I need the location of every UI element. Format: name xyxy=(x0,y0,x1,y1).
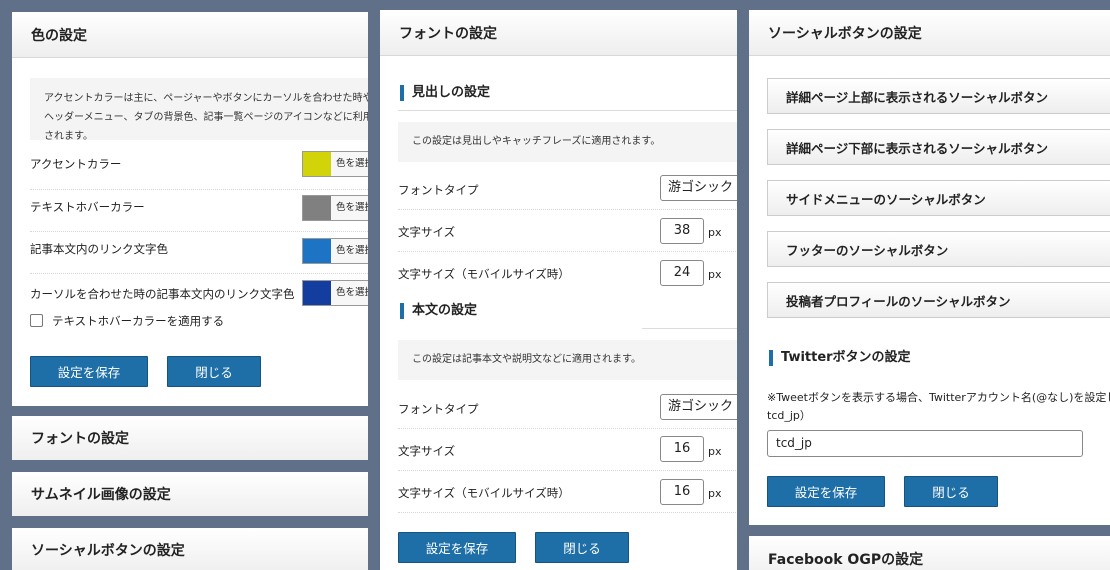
close-button[interactable]: 閉じる xyxy=(167,356,261,387)
social-button-sidebar[interactable]: サイドメニューのソーシャルボタン xyxy=(767,180,1110,216)
panel-title: Facebook OGPの設定 xyxy=(768,552,924,568)
pick-color-label: 色を選択 xyxy=(336,287,368,298)
row-label: 文字サイズ（モバイルサイズ時） xyxy=(398,486,570,500)
color-row: 記事本文内のリンク文字色 色を選択 xyxy=(30,232,368,274)
heading-font-type-row: フォントタイプ 游ゴシック xyxy=(398,168,737,210)
divider xyxy=(398,110,737,111)
row-label: 文字サイズ xyxy=(398,444,456,458)
unit-label: px xyxy=(708,445,722,458)
heading-note: この設定は見出しやキャッチフレーズに適用されます。 xyxy=(398,122,737,162)
body-note: この設定は記事本文や説明文などに適用されます。 xyxy=(398,340,737,380)
panel-title: ソーシャルボタンの設定 xyxy=(768,25,922,42)
social-button-author[interactable]: 投稿者プロフィールのソーシャルボタン xyxy=(767,282,1110,318)
facebook-ogp-panel: Facebook OGPの設定 xyxy=(749,536,1110,570)
color-picker[interactable]: 色を選択 xyxy=(302,280,368,306)
color-picker[interactable]: 色を選択 xyxy=(302,238,368,264)
hover-color-checkbox[interactable] xyxy=(30,314,43,327)
color-rows: アクセントカラー 色を選択 テキストホバーカラー 色を選択 記事本文内のリンク文… xyxy=(30,148,368,334)
color-swatch xyxy=(303,239,331,263)
mobile-font-size-input[interactable]: 16 xyxy=(660,479,704,505)
row-label: アクセントカラー xyxy=(30,157,122,171)
panel-title: 色の設定 xyxy=(31,27,87,44)
facebook-ogp-header[interactable]: Facebook OGPの設定 xyxy=(749,536,1110,570)
row-label: 文字サイズ（モバイルサイズ時） xyxy=(398,267,570,281)
thumbnail-settings-collapsed[interactable]: サムネイル画像の設定 xyxy=(12,472,368,516)
body-mobile-size-row: 文字サイズ（モバイルサイズ時） 16 px xyxy=(398,471,737,513)
social-settings-collapsed[interactable]: ソーシャルボタンの設定 xyxy=(12,528,368,570)
unit-label: px xyxy=(708,268,722,281)
social-button-bottom[interactable]: 詳細ページ下部に表示されるソーシャルボタン xyxy=(767,129,1110,165)
divider xyxy=(642,328,737,329)
color-row: アクセントカラー 色を選択 xyxy=(30,148,368,190)
social-button-top[interactable]: 詳細ページ上部に表示されるソーシャルボタン xyxy=(767,78,1110,114)
body-size-row: 文字サイズ 16 px xyxy=(398,429,737,471)
color-swatch xyxy=(303,281,331,305)
save-button[interactable]: 設定を保存 xyxy=(398,532,516,563)
checkbox-label: テキストホバーカラーを適用する xyxy=(52,314,225,328)
color-picker[interactable]: 色を選択 xyxy=(302,151,368,177)
close-button[interactable]: 閉じる xyxy=(904,476,998,507)
row-label: カーソルを合わせた時の記事本文内のリンク文字色 xyxy=(30,287,295,301)
save-button[interactable]: 設定を保存 xyxy=(767,476,885,507)
color-note: アクセントカラーは主に、ページャーやボタンにカーソルを合わせた時やヘッダーメニュ… xyxy=(30,78,368,140)
color-settings-header[interactable]: 色の設定 xyxy=(12,12,368,58)
body-section-title: 本文の設定 xyxy=(400,303,477,319)
mobile-font-size-input[interactable]: 24 xyxy=(660,260,704,286)
row-label: テキストホバーカラー xyxy=(30,200,145,214)
row-label: 記事本文内のリンク文字色 xyxy=(30,242,168,256)
color-swatch xyxy=(303,152,331,176)
row-label: 文字サイズ xyxy=(398,225,456,239)
color-swatch xyxy=(303,196,331,220)
social-button-footer[interactable]: フッターのソーシャルボタン xyxy=(767,231,1110,267)
twitter-account-input[interactable]: tcd_jp xyxy=(767,430,1083,457)
pick-color-label: 色を選択 xyxy=(336,202,368,213)
color-picker[interactable]: 色を選択 xyxy=(302,195,368,221)
social-settings-panel: ソーシャルボタンの設定 詳細ページ上部に表示されるソーシャルボタン 詳細ページ下… xyxy=(749,10,1110,525)
font-settings-header[interactable]: フォントの設定 xyxy=(380,10,737,56)
font-size-input[interactable]: 16 xyxy=(660,436,704,462)
row-label: フォントタイプ xyxy=(398,402,479,416)
color-row: テキストホバーカラー 色を選択 xyxy=(30,190,368,232)
font-settings-collapsed[interactable]: フォントの設定 xyxy=(12,416,368,460)
twitter-note: ※Tweetボタンを表示する場合、Twitterアカウント名(@なし)を設定して… xyxy=(767,391,1110,422)
pick-color-label: 色を選択 xyxy=(336,245,368,256)
social-settings-header[interactable]: ソーシャルボタンの設定 xyxy=(749,10,1110,56)
color-settings-panel: 色の設定 アクセントカラーは主に、ページャーやボタンにカーソルを合わせた時やヘッ… xyxy=(12,12,368,406)
color-row: カーソルを合わせた時の記事本文内のリンク文字色 色を選択 テキストホバーカラーを… xyxy=(30,274,368,334)
save-button[interactable]: 設定を保存 xyxy=(30,356,148,387)
heading-section-title: 見出しの設定 xyxy=(400,85,490,101)
row-label: フォントタイプ xyxy=(398,183,479,197)
panel-title: フォントの設定 xyxy=(399,25,497,42)
font-settings-panel: フォントの設定 見出しの設定 この設定は見出しやキャッチフレーズに適用されます。… xyxy=(380,10,737,570)
font-type-select[interactable]: 游ゴシック xyxy=(660,175,737,201)
unit-label: px xyxy=(708,487,722,500)
unit-label: px xyxy=(708,226,722,239)
heading-mobile-size-row: 文字サイズ（モバイルサイズ時） 24 px xyxy=(398,252,737,294)
body-font-type-row: フォントタイプ 游ゴシック xyxy=(398,387,737,429)
font-type-select[interactable]: 游ゴシック xyxy=(660,394,737,420)
twitter-section-title: Twitterボタンの設定 xyxy=(769,350,911,366)
pick-color-label: 色を選択 xyxy=(336,158,368,169)
font-size-input[interactable]: 38 xyxy=(660,218,704,244)
close-button[interactable]: 閉じる xyxy=(535,532,629,563)
heading-size-row: 文字サイズ 38 px xyxy=(398,210,737,252)
